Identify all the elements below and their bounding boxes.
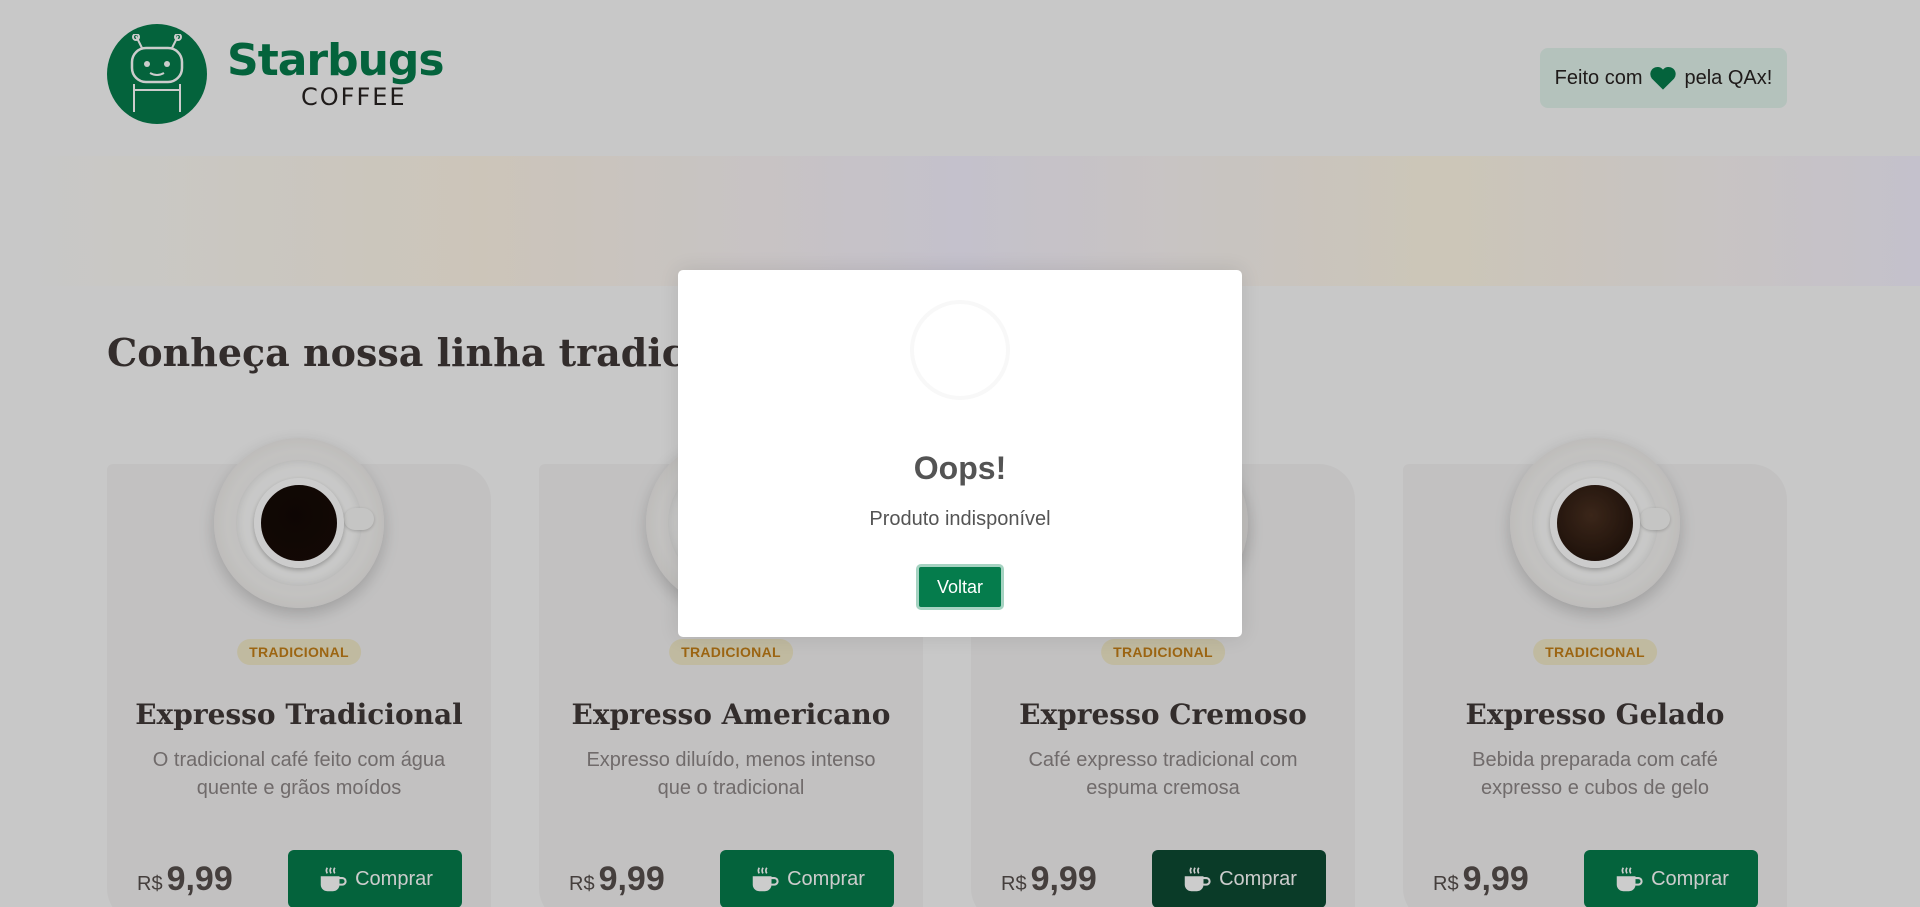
alert-icon — [910, 300, 1010, 400]
back-button[interactable]: Voltar — [916, 564, 1004, 610]
alert-message: Produto indisponível — [869, 508, 1051, 530]
page: Starbugs COFFEE Feito com pela QAx! Conh… — [0, 0, 1920, 907]
alert-title: Oops! — [913, 450, 1007, 486]
alert-dialog: Oops! Produto indisponível Voltar — [678, 270, 1242, 637]
